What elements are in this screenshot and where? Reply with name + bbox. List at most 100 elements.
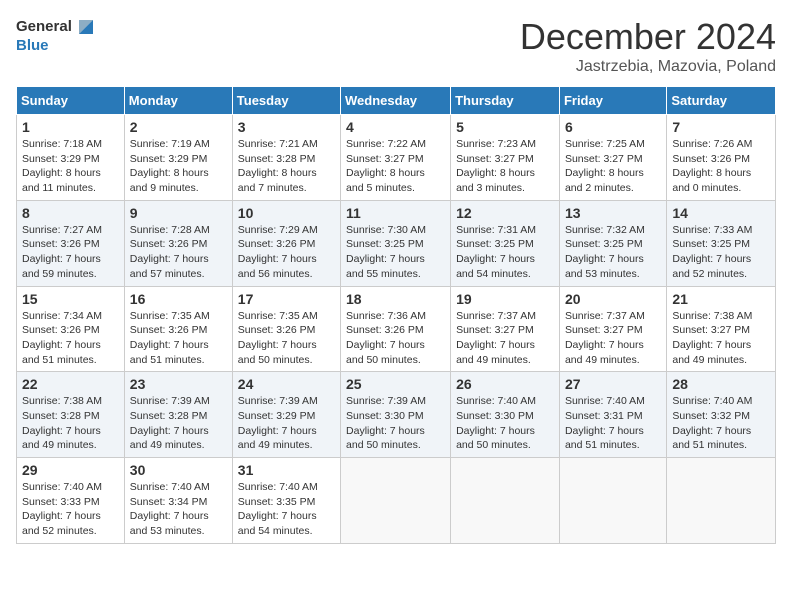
calendar-cell: 15 Sunrise: 7:34 AMSunset: 3:26 PMDaylig… — [17, 286, 125, 372]
cell-info: Sunrise: 7:39 AMSunset: 3:28 PMDaylight:… — [130, 394, 227, 453]
cell-info: Sunrise: 7:30 AMSunset: 3:25 PMDaylight:… — [346, 223, 445, 282]
day-number: 22 — [22, 376, 119, 392]
calendar-cell: 29 Sunrise: 7:40 AMSunset: 3:33 PMDaylig… — [17, 458, 125, 544]
calendar-week-row: 1 Sunrise: 7:18 AMSunset: 3:29 PMDayligh… — [17, 115, 776, 201]
day-number: 20 — [565, 291, 661, 307]
day-header-saturday: Saturday — [667, 87, 776, 115]
calendar-week-row: 15 Sunrise: 7:34 AMSunset: 3:26 PMDaylig… — [17, 286, 776, 372]
calendar-cell: 18 Sunrise: 7:36 AMSunset: 3:26 PMDaylig… — [341, 286, 451, 372]
day-header-monday: Monday — [124, 87, 232, 115]
cell-info: Sunrise: 7:38 AMSunset: 3:27 PMDaylight:… — [672, 309, 770, 368]
calendar-cell: 22 Sunrise: 7:38 AMSunset: 3:28 PMDaylig… — [17, 372, 125, 458]
cell-info: Sunrise: 7:37 AMSunset: 3:27 PMDaylight:… — [565, 309, 661, 368]
calendar-cell: 21 Sunrise: 7:38 AMSunset: 3:27 PMDaylig… — [667, 286, 776, 372]
cell-info: Sunrise: 7:18 AMSunset: 3:29 PMDaylight:… — [22, 137, 119, 196]
calendar-cell: 31 Sunrise: 7:40 AMSunset: 3:35 PMDaylig… — [232, 458, 340, 544]
calendar-cell: 1 Sunrise: 7:18 AMSunset: 3:29 PMDayligh… — [17, 115, 125, 201]
day-number: 31 — [238, 462, 335, 478]
cell-info: Sunrise: 7:28 AMSunset: 3:26 PMDaylight:… — [130, 223, 227, 282]
day-header-thursday: Thursday — [451, 87, 560, 115]
calendar-cell: 23 Sunrise: 7:39 AMSunset: 3:28 PMDaylig… — [124, 372, 232, 458]
calendar-week-row: 22 Sunrise: 7:38 AMSunset: 3:28 PMDaylig… — [17, 372, 776, 458]
day-header-friday: Friday — [559, 87, 666, 115]
cell-info: Sunrise: 7:21 AMSunset: 3:28 PMDaylight:… — [238, 137, 335, 196]
day-number: 18 — [346, 291, 445, 307]
calendar-table: SundayMondayTuesdayWednesdayThursdayFrid… — [16, 86, 776, 544]
cell-info: Sunrise: 7:40 AMSunset: 3:33 PMDaylight:… — [22, 480, 119, 539]
calendar-cell: 10 Sunrise: 7:29 AMSunset: 3:26 PMDaylig… — [232, 200, 340, 286]
cell-info: Sunrise: 7:40 AMSunset: 3:35 PMDaylight:… — [238, 480, 335, 539]
calendar-week-row: 8 Sunrise: 7:27 AMSunset: 3:26 PMDayligh… — [17, 200, 776, 286]
page-header: General Blue December 2024 Jastrzebia, M… — [16, 16, 776, 76]
calendar-cell: 24 Sunrise: 7:39 AMSunset: 3:29 PMDaylig… — [232, 372, 340, 458]
cell-info: Sunrise: 7:34 AMSunset: 3:26 PMDaylight:… — [22, 309, 119, 368]
calendar-cell: 25 Sunrise: 7:39 AMSunset: 3:30 PMDaylig… — [341, 372, 451, 458]
cell-info: Sunrise: 7:27 AMSunset: 3:26 PMDaylight:… — [22, 223, 119, 282]
calendar-header-row: SundayMondayTuesdayWednesdayThursdayFrid… — [17, 87, 776, 115]
day-number: 7 — [672, 119, 770, 135]
day-number: 9 — [130, 205, 227, 221]
logo: General Blue — [16, 16, 97, 55]
day-number: 24 — [238, 376, 335, 392]
day-number: 26 — [456, 376, 554, 392]
calendar-cell: 28 Sunrise: 7:40 AMSunset: 3:32 PMDaylig… — [667, 372, 776, 458]
cell-info: Sunrise: 7:23 AMSunset: 3:27 PMDaylight:… — [456, 137, 554, 196]
cell-info: Sunrise: 7:40 AMSunset: 3:30 PMDaylight:… — [456, 394, 554, 453]
cell-info: Sunrise: 7:40 AMSunset: 3:34 PMDaylight:… — [130, 480, 227, 539]
day-number: 29 — [22, 462, 119, 478]
cell-info: Sunrise: 7:38 AMSunset: 3:28 PMDaylight:… — [22, 394, 119, 453]
cell-info: Sunrise: 7:39 AMSunset: 3:29 PMDaylight:… — [238, 394, 335, 453]
day-number: 6 — [565, 119, 661, 135]
cell-info: Sunrise: 7:19 AMSunset: 3:29 PMDaylight:… — [130, 137, 227, 196]
day-number: 21 — [672, 291, 770, 307]
cell-info: Sunrise: 7:22 AMSunset: 3:27 PMDaylight:… — [346, 137, 445, 196]
day-header-wednesday: Wednesday — [341, 87, 451, 115]
logo-general: General — [16, 19, 72, 36]
day-number: 4 — [346, 119, 445, 135]
calendar-cell — [667, 458, 776, 544]
calendar-cell: 12 Sunrise: 7:31 AMSunset: 3:25 PMDaylig… — [451, 200, 560, 286]
calendar-cell: 9 Sunrise: 7:28 AMSunset: 3:26 PMDayligh… — [124, 200, 232, 286]
calendar-cell: 20 Sunrise: 7:37 AMSunset: 3:27 PMDaylig… — [559, 286, 666, 372]
day-number: 1 — [22, 119, 119, 135]
day-number: 5 — [456, 119, 554, 135]
day-number: 10 — [238, 205, 335, 221]
day-number: 15 — [22, 291, 119, 307]
calendar-cell: 13 Sunrise: 7:32 AMSunset: 3:25 PMDaylig… — [559, 200, 666, 286]
calendar-week-row: 29 Sunrise: 7:40 AMSunset: 3:33 PMDaylig… — [17, 458, 776, 544]
day-header-sunday: Sunday — [17, 87, 125, 115]
cell-info: Sunrise: 7:39 AMSunset: 3:30 PMDaylight:… — [346, 394, 445, 453]
logo-blue: Blue — [16, 38, 97, 55]
cell-info: Sunrise: 7:26 AMSunset: 3:26 PMDaylight:… — [672, 137, 770, 196]
day-number: 30 — [130, 462, 227, 478]
location-subtitle: Jastrzebia, Mazovia, Poland — [520, 58, 776, 76]
day-number: 27 — [565, 376, 661, 392]
cell-info: Sunrise: 7:37 AMSunset: 3:27 PMDaylight:… — [456, 309, 554, 368]
cell-info: Sunrise: 7:40 AMSunset: 3:32 PMDaylight:… — [672, 394, 770, 453]
calendar-cell: 16 Sunrise: 7:35 AMSunset: 3:26 PMDaylig… — [124, 286, 232, 372]
calendar-cell: 6 Sunrise: 7:25 AMSunset: 3:27 PMDayligh… — [559, 115, 666, 201]
calendar-cell: 26 Sunrise: 7:40 AMSunset: 3:30 PMDaylig… — [451, 372, 560, 458]
cell-info: Sunrise: 7:35 AMSunset: 3:26 PMDaylight:… — [130, 309, 227, 368]
calendar-cell: 19 Sunrise: 7:37 AMSunset: 3:27 PMDaylig… — [451, 286, 560, 372]
cell-info: Sunrise: 7:35 AMSunset: 3:26 PMDaylight:… — [238, 309, 335, 368]
calendar-cell: 30 Sunrise: 7:40 AMSunset: 3:34 PMDaylig… — [124, 458, 232, 544]
day-number: 16 — [130, 291, 227, 307]
day-number: 8 — [22, 205, 119, 221]
calendar-cell: 8 Sunrise: 7:27 AMSunset: 3:26 PMDayligh… — [17, 200, 125, 286]
day-number: 11 — [346, 205, 445, 221]
calendar-cell — [559, 458, 666, 544]
day-number: 12 — [456, 205, 554, 221]
calendar-cell: 4 Sunrise: 7:22 AMSunset: 3:27 PMDayligh… — [341, 115, 451, 201]
day-number: 28 — [672, 376, 770, 392]
cell-info: Sunrise: 7:40 AMSunset: 3:31 PMDaylight:… — [565, 394, 661, 453]
logo-triangle-icon — [75, 16, 97, 38]
day-number: 17 — [238, 291, 335, 307]
title-block: December 2024 Jastrzebia, Mazovia, Polan… — [520, 16, 776, 76]
cell-info: Sunrise: 7:33 AMSunset: 3:25 PMDaylight:… — [672, 223, 770, 282]
day-number: 25 — [346, 376, 445, 392]
day-number: 14 — [672, 205, 770, 221]
cell-info: Sunrise: 7:32 AMSunset: 3:25 PMDaylight:… — [565, 223, 661, 282]
cell-info: Sunrise: 7:31 AMSunset: 3:25 PMDaylight:… — [456, 223, 554, 282]
cell-info: Sunrise: 7:29 AMSunset: 3:26 PMDaylight:… — [238, 223, 335, 282]
